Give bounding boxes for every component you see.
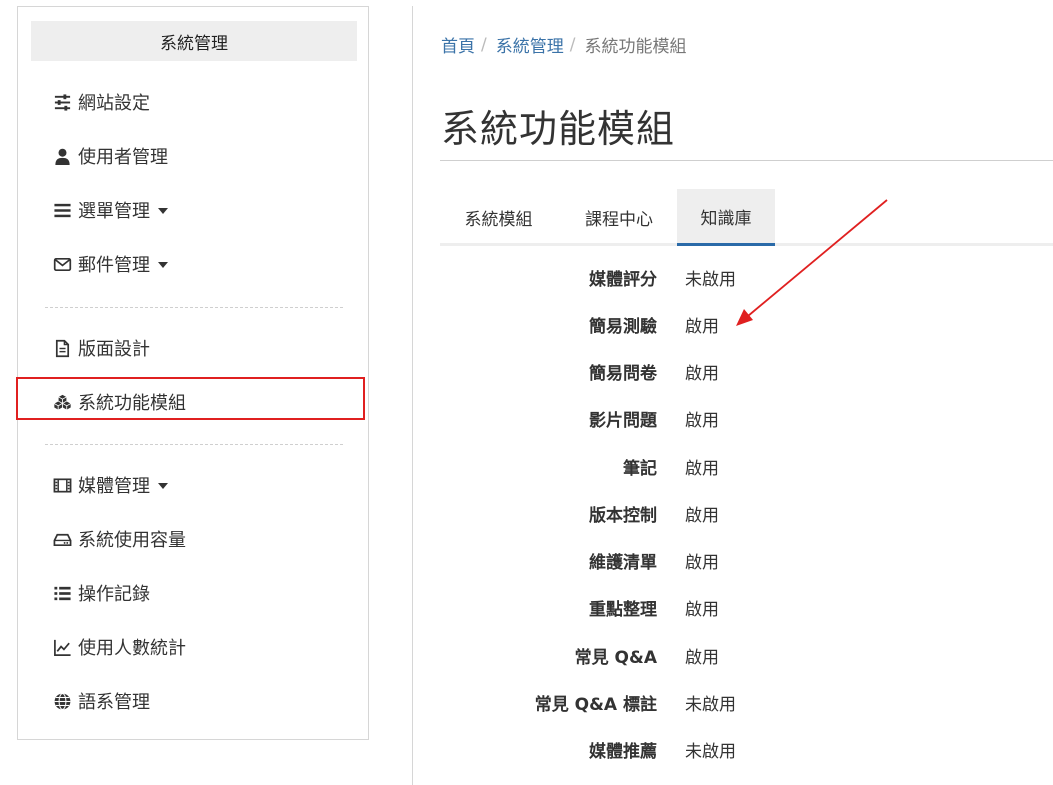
tab-knowledge-base[interactable]: 知識庫 (677, 189, 775, 246)
sidebar-item-layout-design[interactable]: 版面設計 (52, 333, 150, 363)
sidebar-item-label: 操作記錄 (78, 584, 150, 605)
page-title: 系統功能模組 (441, 107, 676, 151)
sidebar-item-user-statistics[interactable]: 使用人數統計 (52, 632, 186, 662)
sidebar-item-label: 網站設定 (78, 93, 150, 114)
setting-value: 未啟用 (685, 742, 736, 762)
breadcrumb: 首頁 / 系統管理 / 系統功能模組 (441, 32, 687, 58)
sidebar: 系統管理 網站設定 使用者管理 選單管理 郵件管理 版面設計 系統功能模組 媒體… (16, 6, 369, 740)
sliders-icon (52, 92, 72, 112)
setting-value: 啟用 (685, 411, 719, 431)
breadcrumb-home-link[interactable]: 首頁 (441, 32, 475, 57)
setting-value: 啟用 (685, 459, 719, 479)
setting-value: 啟用 (685, 648, 719, 668)
caret-down-icon (158, 208, 168, 214)
setting-row: 重點整理 啟用 (413, 584, 1053, 631)
tab-system-modules[interactable]: 系統模組 (440, 189, 557, 246)
globe-icon (52, 691, 72, 711)
sidebar-item-language-management[interactable]: 語系管理 (52, 686, 150, 716)
sidebar-item-operation-log[interactable]: 操作記錄 (52, 578, 150, 608)
setting-label: 媒體推薦 (589, 742, 657, 762)
sidebar-item-label: 版面設計 (78, 339, 150, 360)
sidebar-item-mail-management[interactable]: 郵件管理 (52, 249, 168, 279)
setting-label: 簡易測驗 (589, 317, 657, 337)
setting-label: 重點整理 (589, 600, 657, 620)
setting-row: 媒體評分 未啟用 (413, 254, 1053, 301)
envelope-icon (52, 254, 72, 274)
sidebar-item-menu-management[interactable]: 選單管理 (52, 195, 168, 225)
setting-value: 啟用 (685, 506, 719, 526)
setting-row: 影片問題 啟用 (413, 395, 1053, 442)
setting-label: 媒體評分 (589, 270, 657, 290)
setting-value: 未啟用 (685, 270, 736, 290)
main-content: 首頁 / 系統管理 / 系統功能模組 系統功能模組 系統模組 課程中心 知識庫 … (412, 6, 1053, 785)
setting-label: 筆記 (623, 459, 657, 479)
sidebar-item-media-management[interactable]: 媒體管理 (52, 470, 168, 500)
setting-label: 維護清單 (589, 553, 657, 573)
breadcrumb-parent-link[interactable]: 系統管理 (496, 32, 564, 57)
sidebar-item-label: 郵件管理 (78, 255, 150, 276)
list-icon (52, 583, 72, 603)
setting-value: 啟用 (685, 600, 719, 620)
setting-row: 簡易問卷 啟用 (413, 348, 1053, 395)
sidebar-divider (45, 444, 343, 445)
setting-row: 媒體推薦 未啟用 (413, 726, 1053, 773)
sidebar-item-label: 使用人數統計 (78, 638, 186, 659)
setting-row: 版本控制 啟用 (413, 490, 1053, 537)
user-icon (52, 146, 72, 166)
caret-down-icon (158, 483, 168, 489)
setting-row: 常見 Q&A 標註 未啟用 (413, 679, 1053, 726)
setting-label: 常見 Q&A (574, 648, 657, 668)
setting-row: 常見 Q&A 啟用 (413, 632, 1053, 679)
setting-label: 簡易問卷 (589, 364, 657, 384)
hdd-icon (52, 529, 72, 549)
setting-value: 未啟用 (685, 695, 736, 715)
setting-value: 啟用 (685, 553, 719, 573)
breadcrumb-current: 系統功能模組 (584, 37, 687, 57)
tab-course-center[interactable]: 課程中心 (560, 189, 678, 246)
setting-label: 版本控制 (589, 506, 657, 526)
caret-down-icon (158, 262, 168, 268)
menu-lines-icon (52, 200, 72, 220)
setting-row: 簡易測驗 啟用 (413, 301, 1053, 348)
sidebar-item-label: 語系管理 (78, 692, 150, 713)
sidebar-divider (45, 307, 343, 308)
title-divider (440, 160, 1053, 161)
sidebar-item-user-management[interactable]: 使用者管理 (52, 141, 168, 171)
sidebar-item-site-settings[interactable]: 網站設定 (52, 87, 150, 117)
setting-row: 筆記 啟用 (413, 443, 1053, 490)
file-icon (52, 338, 72, 358)
sidebar-item-label: 系統使用容量 (78, 530, 186, 551)
sidebar-item-system-usage[interactable]: 系統使用容量 (52, 524, 186, 554)
active-item-highlight (16, 377, 365, 420)
sidebar-header: 系統管理 (31, 21, 357, 61)
setting-row: 維護清單 啟用 (413, 537, 1053, 584)
setting-label: 影片問題 (589, 411, 657, 431)
setting-label: 常見 Q&A 標註 (534, 695, 657, 715)
breadcrumb-separator: / (481, 34, 487, 55)
setting-value: 啟用 (685, 317, 719, 337)
sidebar-item-label: 媒體管理 (78, 476, 150, 497)
line-chart-icon (52, 637, 72, 657)
sidebar-item-label: 使用者管理 (78, 147, 168, 168)
breadcrumb-separator: / (569, 34, 576, 55)
sidebar-item-label: 選單管理 (78, 201, 150, 222)
film-icon (52, 475, 72, 495)
module-tabs: 系統模組 課程中心 知識庫 (440, 189, 1053, 246)
setting-value: 啟用 (685, 364, 719, 384)
